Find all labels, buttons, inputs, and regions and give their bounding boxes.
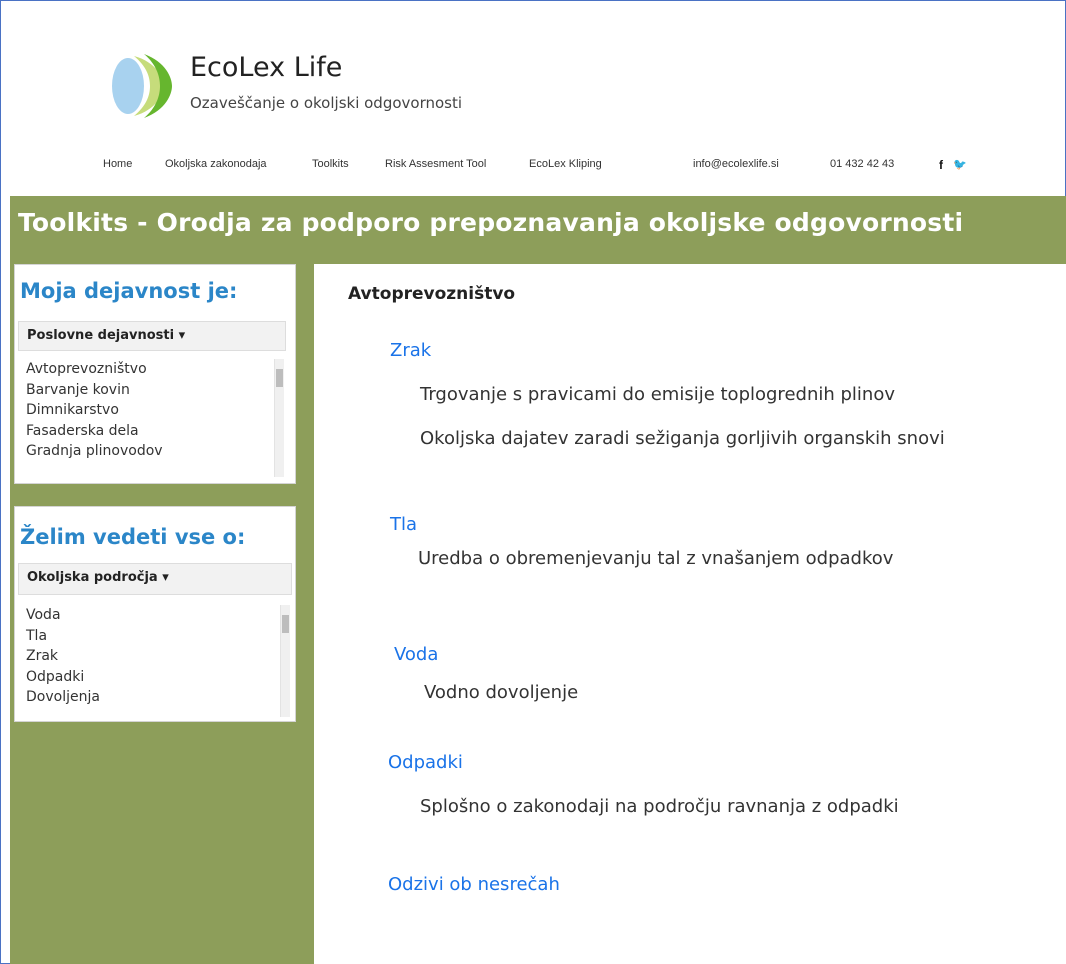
nav-home[interactable]: Home: [103, 158, 132, 170]
page-title: Toolkits - Orodja za podporo prepoznavan…: [18, 208, 964, 237]
nav-risk-assesment-tool[interactable]: Risk Assesment Tool: [385, 158, 486, 170]
scrollbar-thumb[interactable]: [282, 615, 289, 633]
section-heading-voda[interactable]: Voda: [394, 644, 438, 665]
ecolex-logo-icon[interactable]: [104, 48, 174, 124]
law-link[interactable]: Okoljska dajatev zaradi sežiganja gorlji…: [420, 428, 945, 449]
list-item[interactable]: Barvanje kovin: [18, 380, 286, 401]
activity-dropdown[interactable]: Poslovne dejavnosti ▾: [18, 321, 286, 351]
activity-scrollbar[interactable]: [274, 359, 284, 477]
list-item[interactable]: Gradnja plinovodov: [18, 441, 286, 462]
content-panel: Avtoprevozništvo Zrak Trgovanje s pravic…: [314, 264, 1066, 964]
list-item[interactable]: Avtoprevozništvo: [18, 359, 286, 380]
activity-panel: Moja dejavnost je: Poslovne dejavnosti ▾…: [14, 264, 296, 484]
list-item[interactable]: Zrak: [18, 646, 292, 667]
section-heading-tla[interactable]: Tla: [390, 514, 417, 535]
list-item[interactable]: Dovoljenja: [18, 687, 292, 708]
activity-panel-title: Moja dejavnost je:: [20, 279, 238, 303]
section-heading-zrak[interactable]: Zrak: [390, 340, 431, 361]
law-link[interactable]: Vodno dovoljenje: [424, 682, 578, 703]
list-item[interactable]: Voda: [18, 605, 292, 626]
contact-email[interactable]: info@ecolexlife.si: [693, 158, 779, 170]
activity-listbox[interactable]: Avtoprevozništvo Barvanje kovin Dimnikar…: [18, 359, 286, 479]
content-title: Avtoprevozništvo: [348, 284, 516, 304]
law-link[interactable]: Uredba o obremenjevanju tal z vnašanjem …: [418, 548, 893, 569]
topics-panel: Želim vedeti vse o: Okoljska področja ▾ …: [14, 506, 296, 722]
law-link[interactable]: Splošno o zakonodaji na področju ravnanj…: [420, 796, 899, 817]
section-heading-odpadki[interactable]: Odpadki: [388, 752, 463, 773]
list-item[interactable]: Fasaderska dela: [18, 421, 286, 442]
site-header: EcoLex Life Ozaveščanje o okoljski odgov…: [10, 8, 1064, 196]
section-heading-odzivi-ob-nesrecah[interactable]: Odzivi ob nesrečah: [388, 874, 560, 895]
site-title[interactable]: EcoLex Life: [190, 52, 342, 83]
list-item[interactable]: Odpadki: [18, 667, 292, 688]
contact-phone: 01 432 42 43: [830, 158, 895, 170]
scrollbar-thumb[interactable]: [276, 369, 283, 387]
list-item[interactable]: Dimnikarstvo: [18, 400, 286, 421]
topics-dropdown[interactable]: Okoljska področja ▾: [18, 563, 292, 595]
main-nav: Home Okoljska zakonodaja Toolkits Risk A…: [10, 158, 1064, 178]
list-item[interactable]: Tla: [18, 626, 292, 647]
twitter-icon[interactable]: 🐦: [953, 158, 967, 171]
law-link[interactable]: Trgovanje s pravicami do emisije toplogr…: [420, 384, 895, 405]
toolkits-section: Toolkits - Orodja za podporo prepoznavan…: [10, 196, 1066, 964]
nav-ecolex-kliping[interactable]: EcoLex Kliping: [529, 158, 602, 170]
topics-listbox[interactable]: Voda Tla Zrak Odpadki Dovoljenja: [18, 605, 292, 717]
nav-toolkits[interactable]: Toolkits: [312, 158, 349, 170]
site-subtitle: Ozaveščanje o okoljski odgovornosti: [190, 94, 463, 112]
facebook-icon[interactable]: f: [939, 158, 943, 172]
topics-scrollbar[interactable]: [280, 605, 290, 717]
topics-panel-title: Želim vedeti vse o:: [20, 525, 246, 549]
nav-okoljska-zakonodaja[interactable]: Okoljska zakonodaja: [165, 158, 267, 170]
